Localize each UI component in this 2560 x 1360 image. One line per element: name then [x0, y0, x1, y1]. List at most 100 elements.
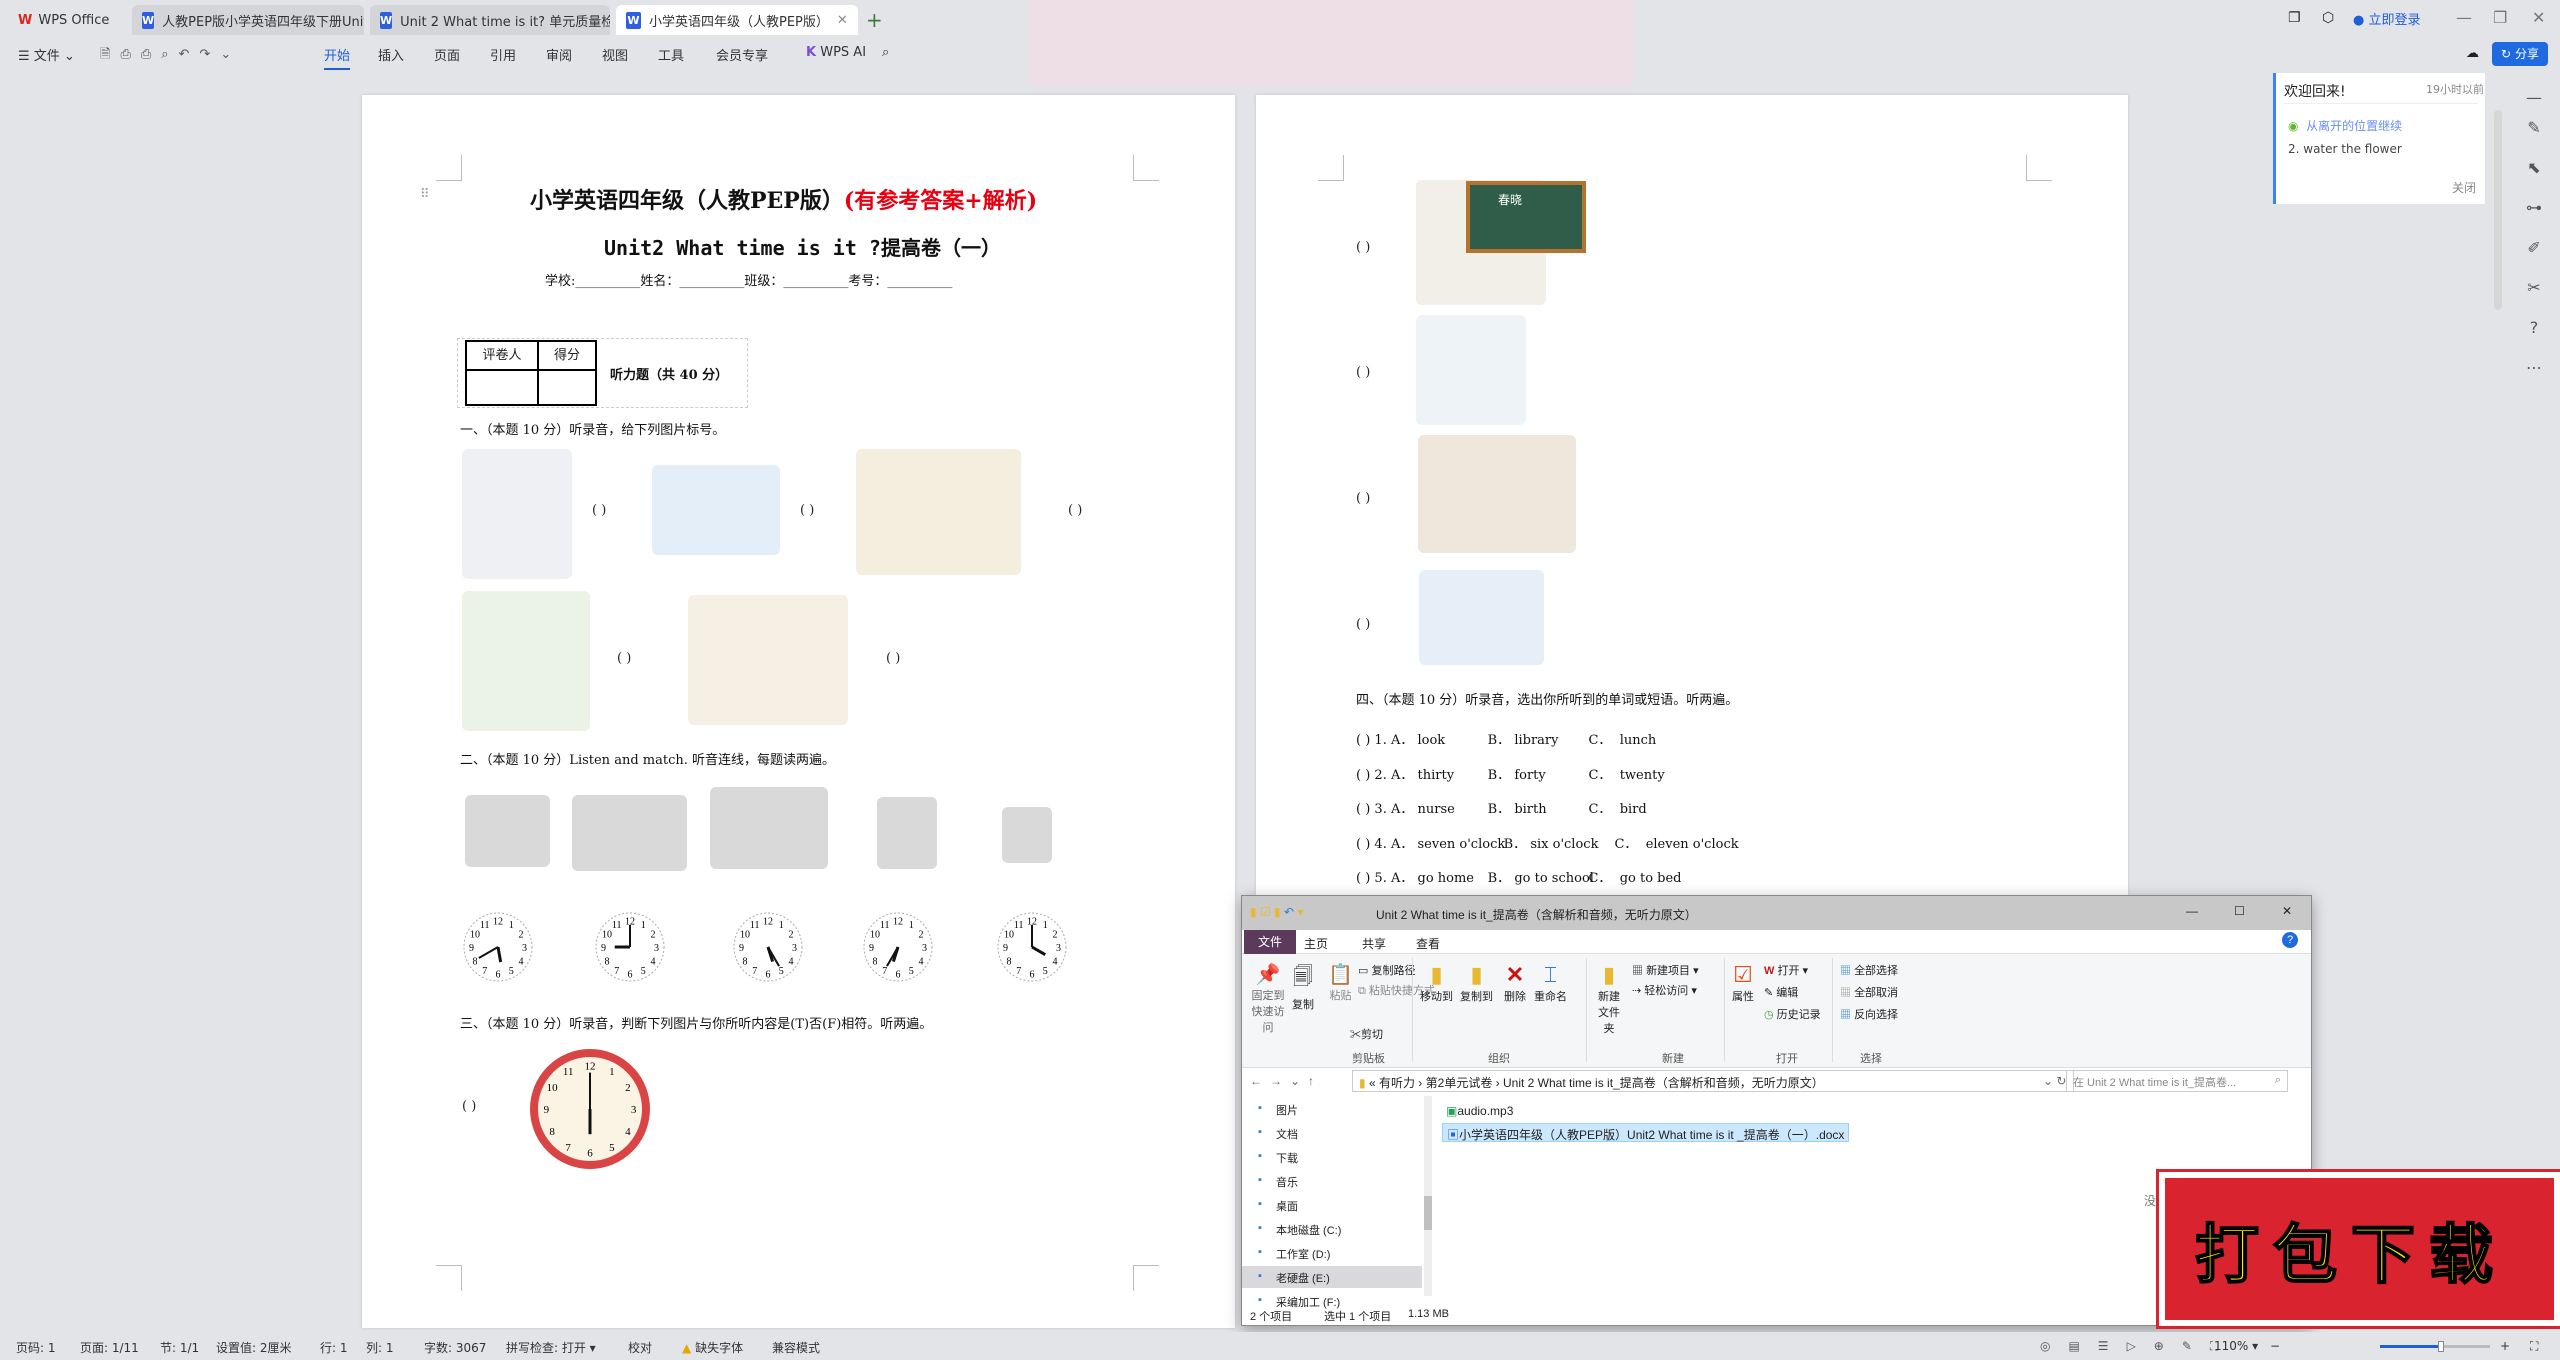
answer-blank[interactable]: ( ): [592, 503, 606, 518]
new-folder-button[interactable]: ▮ 新建文件夹: [1594, 962, 1624, 1036]
nav-item[interactable]: ▪ 老硬盘 (E:): [1242, 1266, 1422, 1288]
login-button[interactable]: ● 立即登录: [2353, 9, 2421, 28]
answer-blank[interactable]: ( ): [1356, 491, 1370, 506]
document-page-2[interactable]: 春晓 ( ) ( ) ( ) ( ) 四、（本题 10 分）听录音，选出你所听到…: [1256, 95, 2128, 895]
answer-blank[interactable]: ( ): [1356, 240, 1370, 255]
restore-icon[interactable]: ❐: [2493, 8, 2507, 27]
more-icon[interactable]: ⋯: [2522, 358, 2546, 382]
copy-path-button[interactable]: ▭ 复制路径: [1358, 962, 1415, 978]
move-to-button[interactable]: ▮ 移动到: [1420, 962, 1453, 1004]
breadcrumb-item[interactable]: 有听力: [1379, 1076, 1415, 1090]
nav-item[interactable]: ▪ 图片: [1242, 1098, 1422, 1120]
breadcrumb-item[interactable]: Unit 2 What time is it_提高卷（含解析和音频，无听力原文）: [1503, 1076, 1824, 1090]
answer-blank[interactable]: ( ): [800, 503, 814, 518]
answer-blank[interactable]: ( ): [1356, 802, 1370, 817]
window-list-icon[interactable]: ❐: [2288, 10, 2301, 26]
setting-value[interactable]: 设置值: 2厘米: [216, 1339, 292, 1356]
new-tab-icon[interactable]: +: [866, 8, 883, 32]
select-all-button[interactable]: ▦ 全部选择: [1840, 962, 1898, 978]
nav-item[interactable]: ▪ 音乐: [1242, 1170, 1422, 1192]
slider-icon[interactable]: ⊶: [2522, 198, 2546, 222]
quick-access-icons[interactable]: ▮ ☑ ▮ ↶ ▾: [1250, 905, 1303, 919]
missing-font-button[interactable]: ▲ 缺失字体: [682, 1339, 743, 1356]
tab-reference[interactable]: 引用: [490, 45, 516, 64]
tab-home[interactable]: 主页: [1304, 935, 1328, 952]
wps-ai-button[interactable]: K WPS AI: [806, 45, 866, 60]
share-button[interactable]: ↻ 分享: [2492, 42, 2548, 66]
answer-blank[interactable]: ( ): [462, 1099, 476, 1114]
answer-blank[interactable]: ( ): [1356, 733, 1370, 748]
section-info[interactable]: 节: 1/1: [160, 1339, 199, 1356]
file-item[interactable]: ▣audio.mp3: [1442, 1102, 1517, 1121]
answer-blank[interactable]: ( ): [886, 651, 900, 666]
answer-blank[interactable]: ( ): [1356, 365, 1370, 380]
copy-button[interactable]: 🗐 复制: [1292, 962, 1314, 1012]
zoom-in-icon[interactable]: +: [2500, 1339, 2510, 1353]
scrollbar-thumb[interactable]: [1424, 1196, 1432, 1230]
search-icon[interactable]: ⌕: [882, 45, 889, 60]
tab-view[interactable]: 视图: [602, 45, 628, 64]
zoom-out-icon[interactable]: −: [2270, 1339, 2280, 1353]
breadcrumb-item[interactable]: 第2单元试卷: [1426, 1076, 1493, 1090]
tab-wps-home[interactable]: W WPS Office: [8, 5, 128, 35]
page-count[interactable]: 页面: 1/11: [80, 1339, 139, 1356]
nav-item[interactable]: ▪ 工作室 (D:): [1242, 1242, 1422, 1264]
answer-blank[interactable]: ( ): [1356, 837, 1370, 852]
file-menu[interactable]: ☰ 文件 ⌄: [18, 45, 75, 64]
tab-doc-3[interactable]: W 小学英语四年级（人教PEP版） ✕: [616, 5, 858, 35]
copy-to-button[interactable]: ▮ 复制到: [1460, 962, 1493, 1004]
tab-view[interactable]: 查看: [1416, 935, 1440, 952]
maximize-icon[interactable]: ☐: [2234, 904, 2245, 918]
tools-icon[interactable]: ✂: [2522, 278, 2546, 302]
tab-insert[interactable]: 插入: [378, 45, 404, 64]
zoom-level[interactable]: 110% ▾: [2214, 1339, 2258, 1353]
minimize-icon[interactable]: —: [2456, 8, 2472, 27]
zoom-slider-handle[interactable]: [2437, 1341, 2444, 1352]
minus-icon[interactable]: —: [2522, 88, 2546, 112]
address-bar[interactable]: ▮ « 有听力 › 第2单元试卷 › Unit 2 What time is i…: [1352, 1070, 2074, 1092]
tab-doc-2[interactable]: W Unit 2 What time is it? 单元质量检测: [370, 5, 610, 35]
view-mode-icons[interactable]: ◎▤☰▷⊕✎⛶: [2040, 1339, 2236, 1354]
open-button[interactable]: W 打开 ▾: [1764, 962, 1808, 978]
drag-handle-icon[interactable]: ⠿: [420, 187, 430, 202]
answer-blank[interactable]: ( ): [1356, 871, 1370, 886]
nav-item[interactable]: ▪ 本地磁盘 (C:): [1242, 1218, 1422, 1240]
close-window-icon[interactable]: ✕: [2532, 8, 2545, 27]
minimize-icon[interactable]: —: [2186, 904, 2198, 918]
page-number[interactable]: 页码: 1: [16, 1339, 56, 1356]
answer-blank[interactable]: ( ): [1356, 617, 1370, 632]
proof-button[interactable]: 校对: [628, 1339, 652, 1356]
delete-button[interactable]: ✕ 删除: [1504, 962, 1526, 1004]
help-icon[interactable]: ?: [2282, 932, 2298, 948]
tab-share[interactable]: 共享: [1362, 935, 1386, 952]
close-popup-button[interactable]: 关闭: [2452, 179, 2476, 196]
cut-button[interactable]: ✂剪切: [1350, 1026, 1383, 1042]
help-icon[interactable]: ?: [2522, 318, 2546, 342]
spell-check[interactable]: 拼写检查: 打开 ▾: [506, 1339, 596, 1356]
select-none-button[interactable]: ▦ 全部取消: [1840, 984, 1898, 1000]
tab-doc-1[interactable]: W 人教PEP版小学英语四年级下册Unit 2: [132, 5, 364, 35]
fullscreen-icon[interactable]: ⛶: [2530, 1339, 2538, 1354]
word-count[interactable]: 字数: 3067: [424, 1339, 486, 1356]
pin-button[interactable]: 📌 固定到快速访问: [1248, 962, 1288, 1035]
nav-item[interactable]: ▪ 文档: [1242, 1122, 1422, 1144]
zoom-slider[interactable]: [2380, 1341, 2490, 1352]
pen-icon[interactable]: ✎: [2522, 118, 2546, 142]
properties-button[interactable]: ☑ 属性: [1732, 962, 1754, 1004]
tab-review[interactable]: 审阅: [546, 45, 572, 64]
scrollbar[interactable]: [2494, 110, 2502, 310]
rename-button[interactable]: ⌶ 重命名: [1534, 962, 1567, 1004]
nav-item[interactable]: ▪ 桌面: [1242, 1194, 1422, 1216]
tab-page[interactable]: 页面: [434, 45, 460, 64]
tab-tools[interactable]: 工具: [658, 45, 684, 64]
close-icon[interactable]: ✕: [837, 13, 848, 28]
edit-icon[interactable]: ✐: [2522, 238, 2546, 262]
nav-item[interactable]: ▪ 下载: [1242, 1146, 1422, 1168]
document-page-1[interactable]: ⠿ 小学英语四年级（人教PEP版）(有参考答案+解析) Unit2 What t…: [362, 95, 1235, 1328]
close-icon[interactable]: ✕: [2282, 904, 2292, 918]
quick-access-icons[interactable]: 🗎⎙⎙⌕↶↷⌄: [100, 45, 241, 67]
file-item[interactable]: ▣小学英语四年级（人教PEP版）Unit2 What time is it _提…: [1442, 1123, 1850, 1142]
tab-start[interactable]: 开始: [324, 45, 351, 70]
refresh-icon[interactable]: ⌄ ↻: [2043, 1074, 2066, 1088]
cube-icon[interactable]: ⬡: [2322, 10, 2334, 26]
